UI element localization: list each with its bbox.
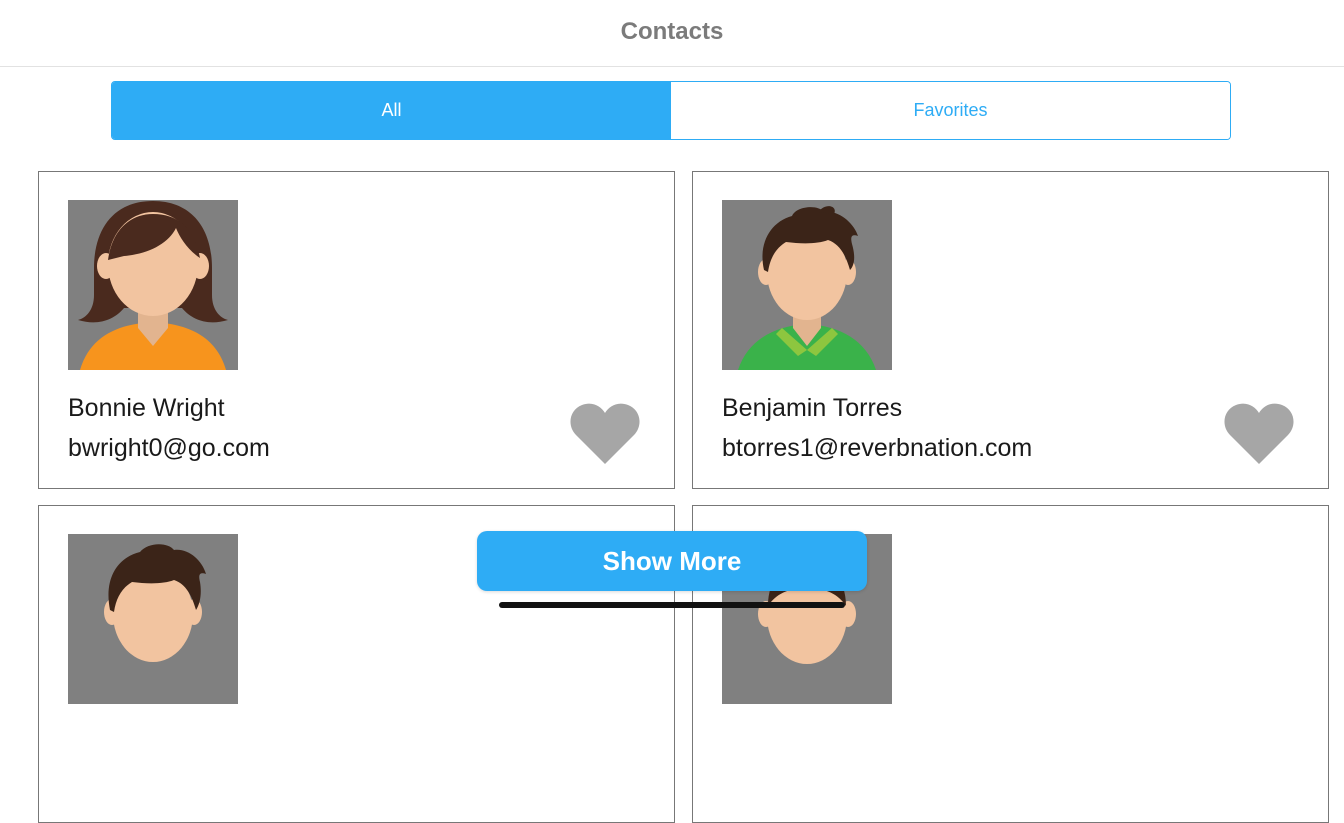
female-avatar <box>68 200 238 370</box>
contact-card[interactable]: Bonnie Wright bwright0@go.com <box>38 171 675 489</box>
contact-name: Benjamin Torres <box>722 394 903 422</box>
heart-icon[interactable] <box>1224 402 1294 466</box>
contact-card[interactable]: Benjamin Torres btorres1@reverbnation.co… <box>692 171 1329 489</box>
contact-email: btorres1@reverbnation.com <box>722 434 1033 462</box>
contact-name: Bonnie Wright <box>68 394 225 422</box>
page-title: Contacts <box>620 18 724 45</box>
heart-icon[interactable] <box>570 402 640 466</box>
male-avatar <box>722 200 892 370</box>
navigation-bar: Contacts <box>0 0 1344 67</box>
male-avatar <box>68 534 238 704</box>
segment-all[interactable]: All <box>112 82 671 139</box>
show-more-button[interactable]: Show More <box>477 531 867 591</box>
segmented-control: All Favorites <box>111 81 1231 140</box>
segment-favorites[interactable]: Favorites <box>671 82 1230 139</box>
contact-email: bwright0@go.com <box>68 434 270 462</box>
home-indicator[interactable] <box>499 602 845 608</box>
